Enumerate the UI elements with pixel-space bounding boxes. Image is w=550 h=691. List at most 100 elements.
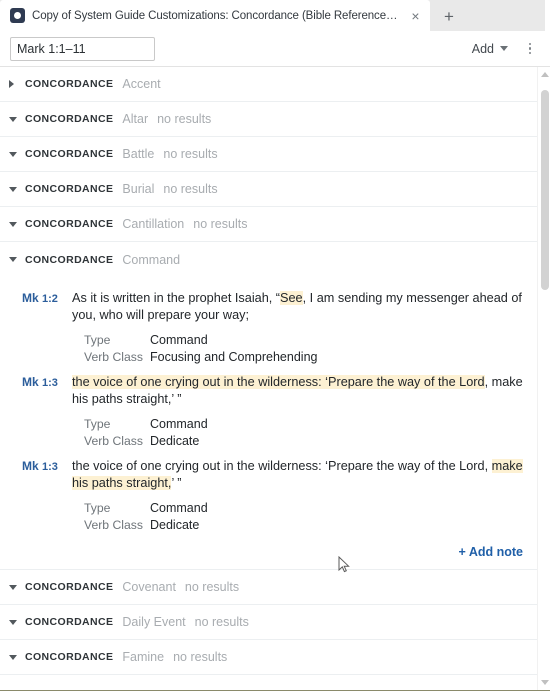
new-tab-button[interactable]: + [432,3,466,31]
add-note-row: + Add note [0,536,537,569]
highlighted-text: the voice of one crying out in the wilde… [72,375,485,389]
row-name-label: Burial [122,182,155,196]
scroll-down-arrow-icon[interactable] [538,676,550,689]
ref-book: Mk [22,291,39,305]
verse-text-run: the voice of one crying out in the wilde… [72,459,492,473]
concordance-row[interactable]: CONCORDANCE Accent [0,67,537,102]
verse-text-run: As it is written in the prophet Isaiah, … [72,291,281,305]
triangle-down-icon[interactable] [9,654,21,660]
row-status-label: no results [157,112,212,126]
triangle-down-icon[interactable] [9,221,21,227]
row-kind-label: CONCORDANCE [25,651,114,663]
add-button[interactable]: Add [468,40,512,58]
row-status-label: no results [163,182,218,196]
ref-verse: 1:3 [42,461,58,473]
kebab-menu-icon[interactable] [520,37,540,61]
row-name-label: Famine [122,650,165,664]
add-button-label: Add [471,41,494,56]
concordance-list: CONCORDANCE Accent CONCORDANCE Altar no … [0,67,537,690]
reference-input[interactable] [10,36,155,61]
row-name-label: Covenant [122,580,176,594]
verse-text-run: ’ ” [171,476,182,490]
add-note-link[interactable]: + Add note [459,545,523,559]
row-kind-label: CONCORDANCE [25,218,114,230]
concordance-row[interactable]: CONCORDANCE Altar no results [0,102,537,137]
row-kind-label: CONCORDANCE [25,78,114,90]
concordance-row[interactable]: CONCORDANCE Burial no results [0,172,537,207]
concordance-entry: Mk 1:2 As it is written in the prophet I… [0,284,537,368]
row-name-label: Cantillation [122,217,185,231]
row-kind-label: CONCORDANCE [25,581,114,593]
ref-book: Mk [22,459,39,473]
concordance-row[interactable]: CONCORDANCE Battle no results [0,137,537,172]
row-name-label: Command [122,252,181,267]
verse-reference-link[interactable]: Mk 1:3 [22,458,72,532]
row-name-label: Daily Event [122,615,186,629]
concordance-row[interactable]: CONCORDANCE Covenant no results [0,570,537,605]
row-kind-label: CONCORDANCE [25,148,114,160]
verbclass-value: Dedicate [150,518,200,532]
concordance-panel: CONCORDANCE Accent CONCORDANCE Altar no … [0,67,550,690]
type-label: Type [84,333,111,347]
entry-metadata: Type Command Verb Class Dedicate [72,417,523,448]
row-kind-label: CONCORDANCE [25,113,114,125]
type-value: Command [150,333,208,347]
ref-verse: 1:3 [42,377,58,389]
triangle-down-icon[interactable] [9,584,21,590]
verbclass-value: Focusing and Comprehending [150,350,318,364]
triangle-down-icon[interactable] [9,257,21,262]
browser-tab-bar: Copy of System Guide Customizations: Con… [0,0,550,31]
vertical-scrollbar[interactable] [537,67,550,690]
entry-metadata: Type Command Verb Class Dedicate [72,501,523,532]
concordance-entry: Mk 1:3 the voice of one crying out in th… [0,368,537,452]
type-label: Type [84,417,111,431]
triangle-down-icon[interactable] [9,151,21,157]
verse-text: the voice of one crying out in the wilde… [72,374,523,408]
entry-main: the voice of one crying out in the wilde… [72,458,523,532]
concordance-row-command[interactable]: CONCORDANCE Command [0,242,537,277]
command-results-body: Mk 1:2 As it is written in the prophet I… [0,277,537,570]
concordance-row[interactable]: CONCORDANCE Daily Event no results [0,605,537,640]
concordance-entry: Mk 1:3 the voice of one crying out in th… [0,452,537,536]
verbclass-label: Verb Class [84,434,143,448]
scrollbar-thumb[interactable] [541,90,549,290]
tab-bar-empty-space [466,0,550,31]
verse-text: As it is written in the prophet Isaiah, … [72,290,523,324]
toolbar: Add [0,31,550,67]
type-value: Command [150,501,208,515]
type-value: Command [150,417,208,431]
verse-reference-link[interactable]: Mk 1:2 [22,290,72,364]
tab-bar-right-edge [545,0,550,31]
triangle-down-icon[interactable] [9,186,21,192]
entry-main: the voice of one crying out in the wilde… [72,374,523,448]
type-label: Type [84,501,111,515]
close-icon[interactable]: × [407,7,424,24]
verse-reference-link[interactable]: Mk 1:3 [22,374,72,448]
verbclass-label: Verb Class [84,518,143,532]
row-status-label: no results [163,147,218,161]
row-status-label: no results [184,580,240,594]
row-status-label: no results [193,217,248,231]
row-kind-label: CONCORDANCE [25,183,114,195]
concordance-row[interactable]: CONCORDANCE Cantillation no results [0,207,537,242]
row-name-label: Accent [122,77,161,91]
verbclass-label: Verb Class [84,350,143,364]
tab-title: Copy of System Guide Customizations: Con… [32,9,399,22]
chevron-down-icon [500,46,508,51]
row-status-label: no results [173,650,228,664]
entry-metadata: Type Command Verb Class Focusing and Com… [72,333,523,364]
row-name-label: Battle [122,147,155,161]
row-kind-label: CONCORDANCE [25,253,114,266]
row-kind-label: CONCORDANCE [25,616,114,628]
entry-main: As it is written in the prophet Isaiah, … [72,290,523,364]
verbclass-value: Dedicate [150,434,200,448]
row-status-label: no results [194,615,249,629]
concordance-row[interactable]: CONCORDANCE Famine no results [0,640,537,675]
triangle-down-icon[interactable] [9,619,21,625]
ref-book: Mk [22,375,39,389]
scroll-up-arrow-icon[interactable] [538,68,550,81]
triangle-right-icon[interactable] [9,80,21,88]
row-name-label: Altar [122,112,149,126]
browser-tab[interactable]: Copy of System Guide Customizations: Con… [0,0,430,31]
triangle-down-icon[interactable] [9,116,21,122]
